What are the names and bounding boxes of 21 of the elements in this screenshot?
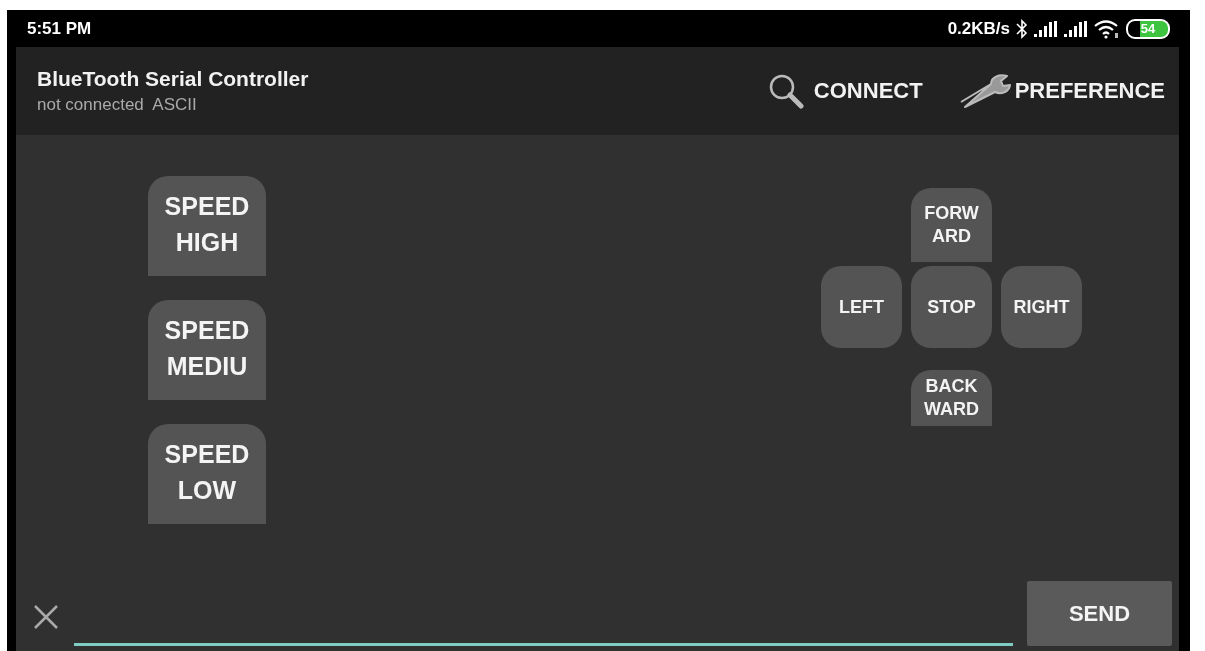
preference-button[interactable]: PREFERENCE — [956, 73, 1165, 109]
stop-button[interactable]: STOP — [911, 266, 992, 348]
signal-icon — [1034, 20, 1058, 37]
right-button[interactable]: RIGHT — [1001, 266, 1082, 348]
close-icon[interactable] — [32, 603, 60, 631]
backward-button[interactable]: BACKWARD — [911, 370, 992, 426]
speed-button[interactable]: SPEED HIGH — [148, 176, 266, 276]
speed-button[interactable]: SPEED LOW — [148, 424, 266, 524]
signal-icon — [1064, 20, 1088, 37]
bluetooth-icon — [1016, 18, 1028, 39]
connection-status: not connected ASCII — [37, 95, 198, 115]
left-button[interactable]: LEFT — [821, 266, 902, 348]
forward-button[interactable]: FORWARD — [911, 188, 992, 262]
send-button[interactable]: SEND — [1027, 581, 1172, 646]
status-time: 5:51 PM — [27, 18, 92, 39]
wifi-icon — [1094, 18, 1120, 39]
battery-indicator: 54 — [1126, 18, 1170, 39]
connect-button[interactable]: CONNECT — [767, 73, 923, 109]
speed-button[interactable]: SPEED MEDIU — [148, 300, 266, 400]
app-title: BlueTooth Serial Controller — [37, 67, 310, 91]
network-speed: 0.2KB/s — [947, 18, 1010, 39]
